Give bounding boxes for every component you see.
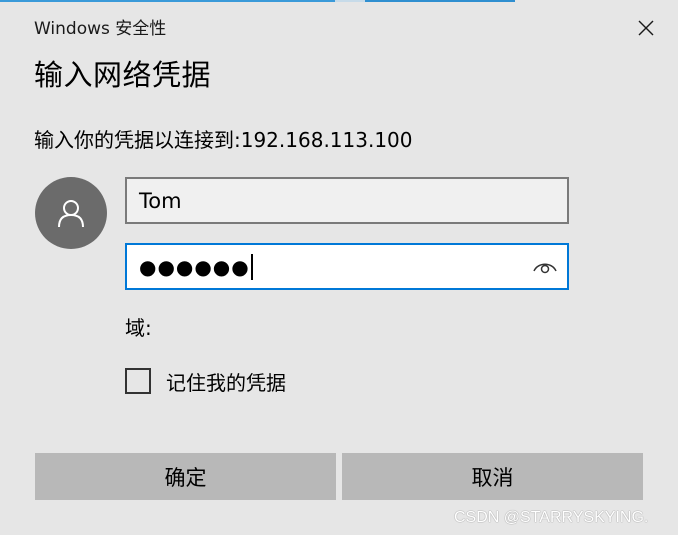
password-field[interactable]: ●●●●●● — [125, 243, 569, 290]
username-value: Tom — [139, 188, 182, 213]
reveal-password-button[interactable] — [531, 253, 559, 281]
username-field[interactable]: Tom — [125, 177, 569, 224]
ok-button[interactable]: 确定 — [35, 453, 336, 500]
text-caret — [250, 253, 253, 280]
password-value: ●●●●●● — [139, 254, 250, 279]
page-title: 输入网络凭据 — [34, 58, 212, 92]
avatar — [35, 177, 107, 249]
checkbox-box[interactable] — [125, 368, 151, 394]
eye-icon — [533, 263, 557, 274]
cancel-button[interactable]: 取消 — [342, 453, 643, 500]
user-icon — [58, 200, 84, 228]
remember-credentials-checkbox[interactable]: 记住我的凭据 — [125, 365, 286, 397]
close-icon — [638, 20, 654, 36]
watermark: CSDN @STARRYSKYING. — [454, 509, 649, 526]
domain-label: 域: — [125, 316, 152, 340]
top-accent-bar — [0, 0, 678, 2]
window-title: Windows 安全性 — [34, 19, 167, 39]
remember-credentials-label: 记住我的凭据 — [166, 370, 286, 395]
close-button[interactable] — [630, 12, 662, 44]
connection-subtitle: 输入你的凭据以连接到:192.168.113.100 — [34, 128, 413, 152]
